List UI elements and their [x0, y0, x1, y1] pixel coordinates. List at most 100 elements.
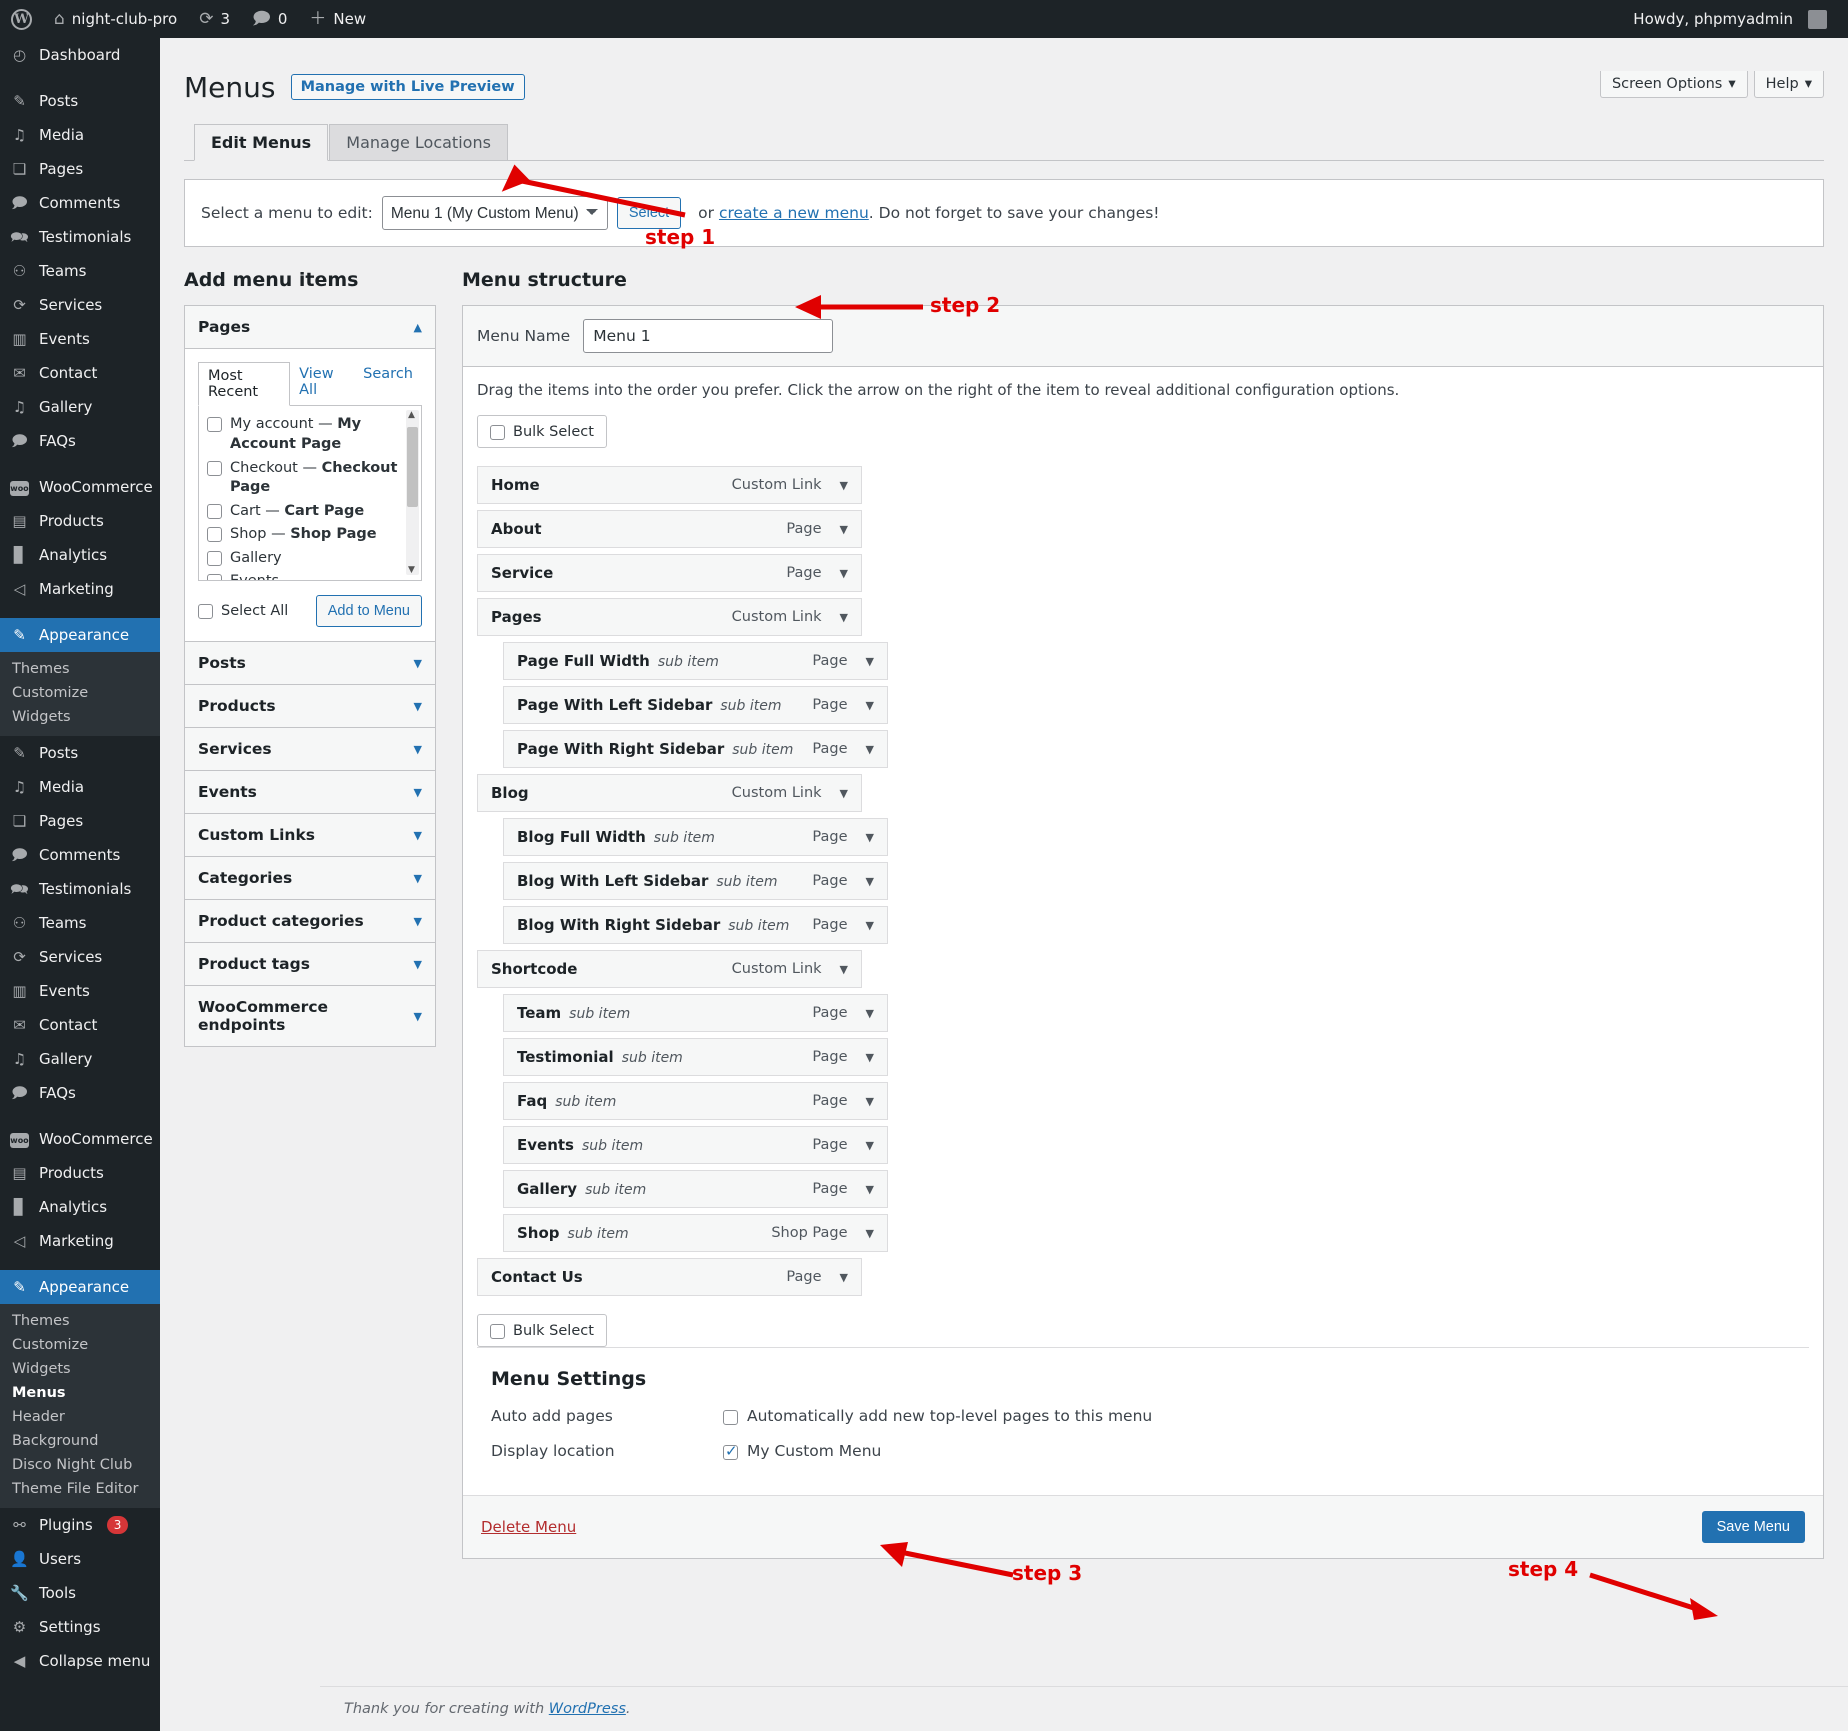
checkbox[interactable]	[207, 574, 222, 581]
sidebar-subitem-customize[interactable]: Customize	[0, 1333, 160, 1357]
sidebar-subitem-theme-file-editor[interactable]: Theme File Editor	[0, 1477, 160, 1501]
sidebar-item-gallery-2[interactable]: ♫ Gallery	[0, 1042, 160, 1076]
sidebar-item-analytics-2[interactable]: ▊ Analytics	[0, 1190, 160, 1224]
sidebar-item-posts[interactable]: ✎ Posts	[0, 84, 160, 118]
list-item[interactable]: Cart — Cart Page	[207, 500, 413, 524]
bulk-select-bottom[interactable]: Bulk Select	[477, 1314, 607, 1347]
save-menu-button[interactable]: Save Menu	[1702, 1511, 1805, 1543]
accordion-pages-header[interactable]: Pages ▲	[185, 306, 435, 349]
menu-item-row[interactable]: Page Full Widthsub itemPage▼	[503, 642, 888, 680]
menu-item-row[interactable]: Blog Full Widthsub itemPage▼	[503, 818, 888, 856]
sidebar-item-teams-2[interactable]: ⚇ Teams	[0, 906, 160, 940]
display-location-checkbox[interactable]	[723, 1445, 738, 1460]
sidebar-item-contact-2[interactable]: ✉ Contact	[0, 1008, 160, 1042]
accordion-products-header[interactable]: Products ▼	[185, 685, 435, 728]
create-new-menu-link[interactable]: create a new menu	[719, 204, 869, 222]
accordion-categories-header[interactable]: Categories ▼	[185, 857, 435, 900]
chevron-down-icon[interactable]: ▼	[866, 1139, 874, 1152]
sidebar-item-services[interactable]: ⟳ Services	[0, 288, 160, 322]
checkbox[interactable]	[207, 417, 222, 432]
sidebar-item-comments-2[interactable]: 🗩 Comments	[0, 838, 160, 872]
sidebar-item-comments[interactable]: 🗩 Comments	[0, 186, 160, 220]
sidebar-item-pages[interactable]: ❏ Pages	[0, 152, 160, 186]
sidebar-item-appearance-active[interactable]: ✎ Appearance	[0, 1270, 160, 1304]
sidebar-item-events-2[interactable]: ▥ Events	[0, 974, 160, 1008]
sidebar-subitem-background[interactable]: Background	[0, 1429, 160, 1453]
accordion-woocommerce-endpoints-header[interactable]: WooCommerce endpoints ▼	[185, 986, 435, 1046]
sidebar-subitem-menus[interactable]: Menus	[0, 1381, 160, 1405]
checkbox[interactable]	[490, 425, 505, 440]
accordion-services-header[interactable]: Services ▼	[185, 728, 435, 771]
sidebar-item-pages-2[interactable]: ❏ Pages	[0, 804, 160, 838]
chevron-down-icon[interactable]: ▼	[866, 1095, 874, 1108]
menu-item-row[interactable]: PagesCustom Link▼	[477, 598, 862, 636]
sidebar-item-woocommerce[interactable]: woo WooCommerce	[0, 470, 160, 504]
menu-item-row[interactable]: Shopsub itemShop Page▼	[503, 1214, 888, 1252]
sidebar-subitem-themes[interactable]: Themes	[0, 1309, 160, 1333]
sidebar-item-media-2[interactable]: ♫ Media	[0, 770, 160, 804]
list-item[interactable]: Gallery	[207, 547, 413, 571]
chevron-down-icon[interactable]: ▼	[840, 787, 848, 800]
wordpress-logo-button[interactable]: W	[0, 0, 43, 38]
select-all-row[interactable]: Select All	[198, 600, 288, 624]
sidebar-item-woocommerce-2[interactable]: woo WooCommerce	[0, 1122, 160, 1156]
accordion-product-categories-header[interactable]: Product categories ▼	[185, 900, 435, 943]
auto-add-pages-checkbox[interactable]	[723, 1410, 738, 1425]
scrollbar-thumb[interactable]	[407, 427, 418, 507]
menu-item-row[interactable]: Teamsub itemPage▼	[503, 994, 888, 1032]
chevron-down-icon[interactable]: ▼	[866, 1227, 874, 1240]
sidebar-item-gallery[interactable]: ♫ Gallery	[0, 390, 160, 424]
menu-item-row[interactable]: Page With Left Sidebarsub itemPage▼	[503, 686, 888, 724]
sidebar-item-testimonials-2[interactable]: 🗪 Testimonials	[0, 872, 160, 906]
sidebar-item-tools[interactable]: 🔧 Tools	[0, 1576, 160, 1610]
sidebar-item-settings[interactable]: ⚙ Settings	[0, 1610, 160, 1644]
delete-menu-link[interactable]: Delete Menu	[481, 1518, 576, 1536]
menu-item-row[interactable]: Eventssub itemPage▼	[503, 1126, 888, 1164]
sidebar-item-services-2[interactable]: ⟳ Services	[0, 940, 160, 974]
tab-edit-menus[interactable]: Edit Menus	[194, 124, 328, 160]
accordion-custom-links-header[interactable]: Custom Links ▼	[185, 814, 435, 857]
checkbox[interactable]	[207, 551, 222, 566]
tab-most-recent[interactable]: Most Recent	[198, 362, 290, 406]
screen-options-button[interactable]: Screen Options ▾	[1600, 71, 1748, 98]
account-menu[interactable]: Howdy, phpmyadmin	[1622, 0, 1838, 38]
sidebar-subitem-widgets[interactable]: Widgets	[0, 1357, 160, 1381]
chevron-down-icon[interactable]: ▼	[866, 1183, 874, 1196]
chevron-down-icon[interactable]: ▼	[840, 479, 848, 492]
menu-item-row[interactable]: ShortcodeCustom Link▼	[477, 950, 862, 988]
help-button[interactable]: Help ▾	[1754, 71, 1824, 98]
sidebar-subitem-themes[interactable]: Themes	[0, 657, 160, 681]
chevron-down-icon[interactable]: ▼	[866, 743, 874, 756]
bulk-select-top[interactable]: Bulk Select	[477, 415, 607, 448]
sidebar-item-appearance[interactable]: ✎ Appearance	[0, 618, 160, 652]
sidebar-item-users[interactable]: 👤 Users	[0, 1542, 160, 1576]
menu-item-row[interactable]: Faqsub itemPage▼	[503, 1082, 888, 1120]
sidebar-item-products[interactable]: ▤ Products	[0, 504, 160, 538]
sidebar-item-faqs-2[interactable]: 🗩 FAQs	[0, 1076, 160, 1110]
chevron-down-icon[interactable]: ▼	[866, 831, 874, 844]
site-name-button[interactable]: ⌂ night-club-pro	[43, 0, 188, 38]
sidebar-subitem-customize[interactable]: Customize	[0, 681, 160, 705]
menu-item-row[interactable]: ServicePage▼	[477, 554, 862, 592]
sidebar-item-testimonials[interactable]: 🗪 Testimonials	[0, 220, 160, 254]
chevron-down-icon[interactable]: ▼	[866, 1051, 874, 1064]
chevron-down-icon[interactable]: ▼	[840, 963, 848, 976]
sidebar-item-plugins[interactable]: ⚯ Plugins 3	[0, 1508, 160, 1542]
checkbox[interactable]	[207, 504, 222, 519]
comments-button[interactable]: 🗩 0	[241, 0, 298, 38]
menu-item-row[interactable]: BlogCustom Link▼	[477, 774, 862, 812]
chevron-down-icon[interactable]: ▼	[866, 1007, 874, 1020]
chevron-down-icon[interactable]: ▼	[840, 523, 848, 536]
scroll-down-icon[interactable]: ▼	[408, 565, 415, 575]
chevron-down-icon[interactable]: ▼	[866, 875, 874, 888]
list-item[interactable]: Shop — Shop Page	[207, 523, 413, 547]
list-scrollbar[interactable]: ▲ ▼	[406, 410, 419, 575]
menu-item-row[interactable]: Gallerysub itemPage▼	[503, 1170, 888, 1208]
collapse-menu-button[interactable]: ◀ Collapse menu	[0, 1644, 160, 1678]
accordion-posts-header[interactable]: Posts ▼	[185, 642, 435, 685]
manage-with-live-preview-button[interactable]: Manage with Live Preview	[291, 74, 525, 100]
sidebar-item-events[interactable]: ▥ Events	[0, 322, 160, 356]
menu-name-input[interactable]	[583, 319, 833, 353]
sidebar-subitem-disco-night-club[interactable]: Disco Night Club	[0, 1453, 160, 1477]
tab-search[interactable]: Search	[354, 361, 422, 405]
